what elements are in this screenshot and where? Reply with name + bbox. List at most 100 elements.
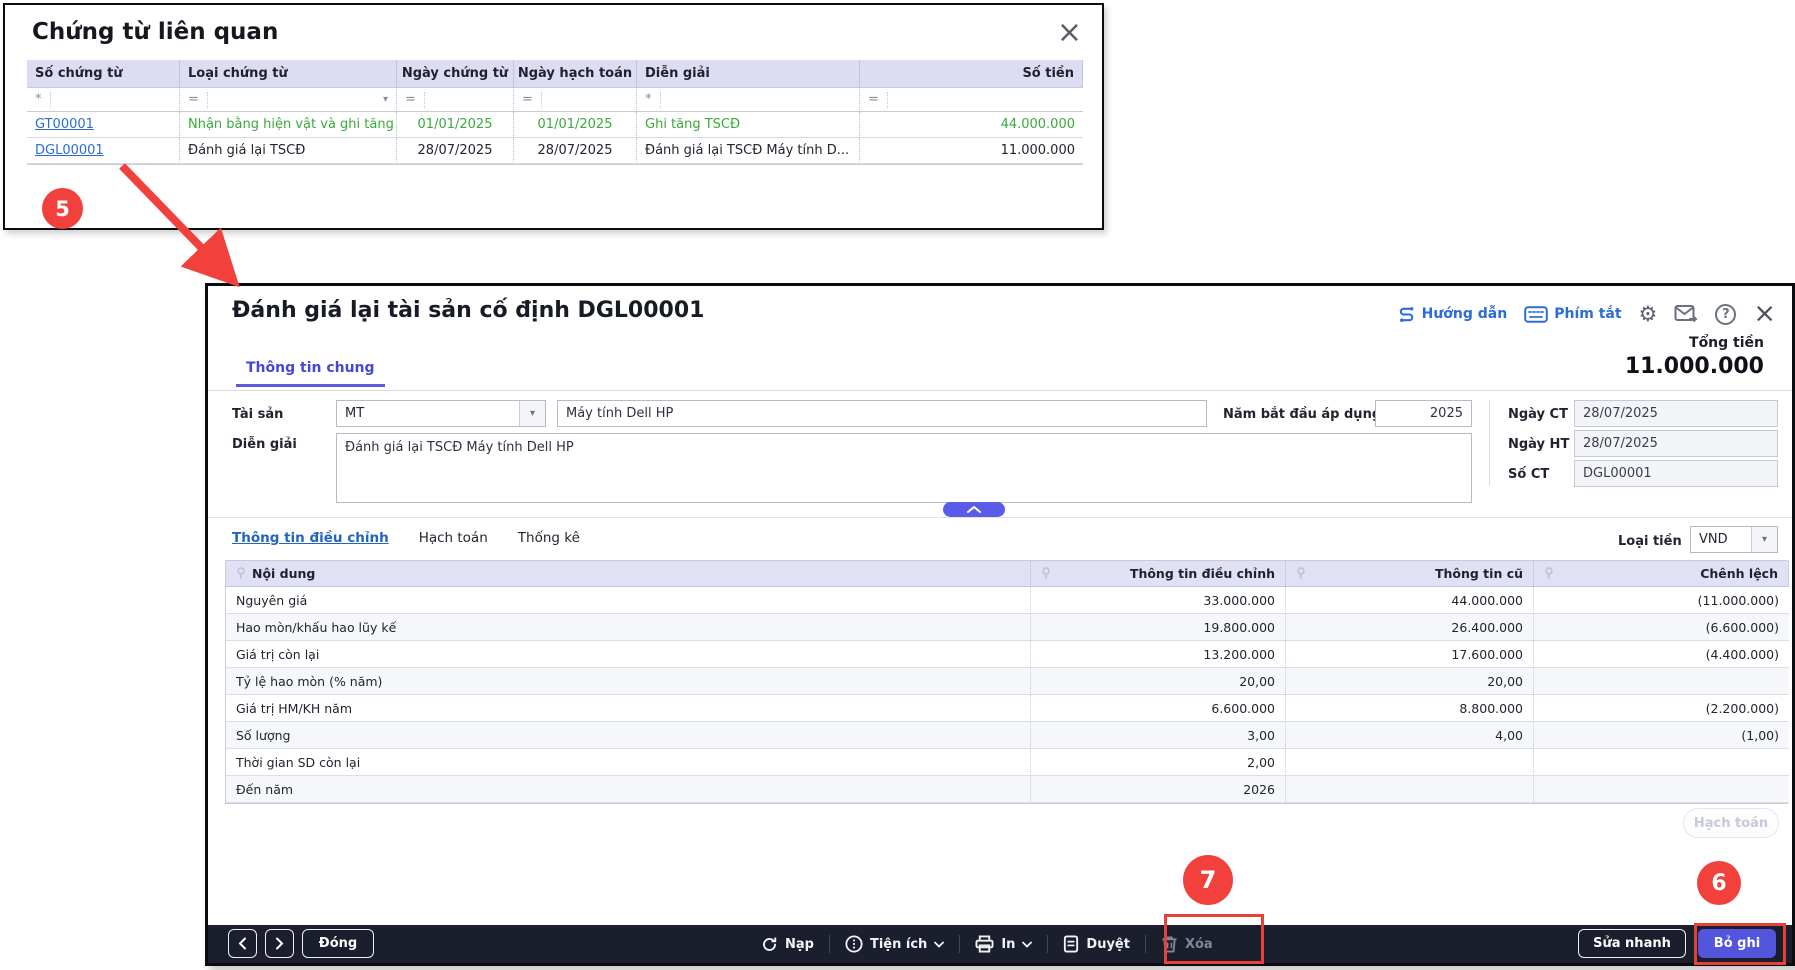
document-icon: [1064, 935, 1079, 953]
print-menu-button[interactable]: In: [960, 935, 1047, 953]
cell-content: Số lượng: [226, 722, 1031, 749]
cell-content: Nguyên giá: [226, 587, 1031, 614]
grid-row[interactable]: Hao mòn/khấu hao lũy kế 19.800.000 26.40…: [226, 614, 1789, 641]
total-amount-label: Tổng tiền: [1689, 335, 1764, 351]
filter-operator: =: [405, 91, 425, 108]
guide-link[interactable]: Hướng dẫn: [1397, 305, 1507, 324]
shortcut-link[interactable]: Phím tắt: [1524, 305, 1622, 323]
cell-content: Hao mòn/khấu hao lũy kế: [226, 614, 1031, 641]
reload-button[interactable]: Nạp: [746, 936, 829, 953]
help-icon[interactable]: ?: [1715, 303, 1737, 325]
currency-label: Loại tiền: [1618, 534, 1682, 549]
description-field[interactable]: Đánh giá lại TSCĐ Máy tính Dell HP: [336, 433, 1472, 503]
pin-icon: [237, 567, 245, 579]
collapse-form-button[interactable]: [943, 502, 1005, 517]
quick-edit-button[interactable]: Sửa nhanh: [1578, 929, 1686, 958]
filter-cell[interactable]: *: [27, 87, 180, 112]
cell-adjusted[interactable]: 13.200.000: [1031, 641, 1286, 668]
column-header[interactable]: Thông tin điều chỉnh: [1031, 561, 1286, 587]
utilities-menu-button[interactable]: Tiện ích: [830, 935, 959, 953]
cell-difference: (2.200.000): [1534, 695, 1789, 722]
cell-content: Đến năm: [226, 776, 1031, 803]
filter-cell[interactable]: =: [860, 87, 1083, 112]
column-header[interactable]: Nội dung: [226, 561, 1031, 587]
filter-cell[interactable]: = ▾: [180, 87, 397, 112]
cell-adjusted[interactable]: 33.000.000: [1031, 587, 1286, 614]
chevron-up-icon: [967, 506, 981, 513]
cell-adjusted[interactable]: 2026: [1031, 776, 1286, 803]
tab-general-info[interactable]: Thông tin chung: [236, 360, 385, 387]
document-link[interactable]: DGL00001: [35, 143, 104, 158]
cell-difference: [1534, 668, 1789, 695]
column-header[interactable]: Ngày chứng từ: [397, 60, 514, 87]
grid-row[interactable]: Giá trị còn lại 13.200.000 17.600.000 (4…: [226, 641, 1789, 668]
filter-cell[interactable]: =: [397, 87, 514, 112]
cell-old: 44.000.000: [1286, 587, 1534, 614]
cell-difference: (4.400.000): [1534, 641, 1789, 668]
chevron-down-icon: [1022, 941, 1033, 948]
annotation-box-delete: [1164, 914, 1264, 964]
dropdown-icon[interactable]: ▾: [1751, 527, 1777, 552]
gear-icon[interactable]: ⚙: [1639, 302, 1658, 326]
doc-date-field[interactable]: 28/07/2025: [1574, 400, 1778, 427]
doc-date-label: Ngày CT: [1508, 407, 1568, 422]
close-icon[interactable]: ×: [1057, 18, 1082, 48]
grid-row[interactable]: Giá trị HM/KH năm 6.600.000 8.800.000 (2…: [226, 695, 1789, 722]
column-header[interactable]: Diễn giải: [637, 60, 860, 87]
asset-name-field[interactable]: Máy tính Dell HP: [557, 400, 1207, 427]
cell-content: Thời gian SD còn lại: [226, 749, 1031, 776]
table-row[interactable]: GT00001 Nhận bằng hiện vật và ghi tăng 0…: [27, 112, 1083, 138]
filter-operator: =: [188, 91, 208, 108]
close-icon[interactable]: ×: [1753, 300, 1776, 327]
filter-operator: =: [522, 91, 542, 108]
filter-cell[interactable]: *: [637, 87, 860, 112]
currency-combo[interactable]: VND ▾: [1690, 526, 1778, 553]
dropdown-icon[interactable]: ▾: [519, 401, 545, 426]
grid-row[interactable]: Đến năm 2026: [226, 776, 1789, 803]
grid-row[interactable]: Số lượng 3,00 4,00 (1,00): [226, 722, 1789, 749]
annotation-box-unpost: [1694, 923, 1786, 965]
grid-row[interactable]: Thời gian SD còn lại 2,00: [226, 749, 1789, 776]
table-filter-row: * = ▾ = = * =: [27, 87, 1083, 112]
tab-statistics[interactable]: Thống kê: [518, 530, 580, 546]
document-link[interactable]: GT00001: [35, 117, 94, 132]
asset-code-value: MT: [345, 406, 365, 421]
asset-label: Tài sản: [232, 407, 284, 422]
adjustment-grid: Nội dung Thông tin điều chỉnh Thông tin …: [225, 560, 1789, 804]
cell-old: [1286, 749, 1534, 776]
column-header[interactable]: Số tiền: [860, 60, 1083, 87]
approve-button[interactable]: Duyệt: [1048, 935, 1145, 953]
column-header[interactable]: Loại chứng từ: [180, 60, 397, 87]
tab-adjustment-info[interactable]: Thông tin điều chỉnh: [232, 530, 389, 546]
asset-code-combo[interactable]: MT ▾: [336, 400, 546, 427]
doc-number-field[interactable]: DGL00001: [1574, 460, 1778, 487]
cell-adjusted[interactable]: 19.800.000: [1031, 614, 1286, 641]
column-header[interactable]: Thông tin cũ: [1286, 561, 1534, 587]
posting-date-field[interactable]: 28/07/2025: [1574, 430, 1778, 457]
cell-adjusted[interactable]: 2,00: [1031, 749, 1286, 776]
feedback-mail-icon[interactable]: [1674, 304, 1698, 324]
dropdown-icon[interactable]: ▾: [383, 94, 388, 105]
pin-icon: [1297, 567, 1305, 579]
start-year-field[interactable]: 2025: [1375, 400, 1472, 427]
cell-adjusted[interactable]: 6.600.000: [1031, 695, 1286, 722]
cell-old: 26.400.000: [1286, 614, 1534, 641]
filter-operator: *: [35, 91, 51, 108]
annotation-step-6: 6: [1697, 861, 1741, 905]
cell-adjusted[interactable]: 20,00: [1031, 668, 1286, 695]
column-header[interactable]: Số chứng từ: [27, 60, 180, 87]
grid-row[interactable]: Nguyên giá 33.000.000 44.000.000 (11.000…: [226, 587, 1789, 614]
cell-adjusted[interactable]: 3,00: [1031, 722, 1286, 749]
next-button[interactable]: [265, 929, 294, 958]
guide-icon: [1399, 306, 1414, 322]
close-window-button[interactable]: Đóng: [302, 929, 374, 958]
annotation-step-5: 5: [42, 188, 83, 229]
column-header[interactable]: Chênh lệch: [1534, 561, 1789, 587]
column-header[interactable]: Ngày hạch toán: [514, 60, 637, 87]
grid-row[interactable]: Tỷ lệ hao mòn (% năm) 20,00 20,00: [226, 668, 1789, 695]
filter-cell[interactable]: =: [514, 87, 637, 112]
tab-accounting[interactable]: Hạch toán: [419, 530, 488, 546]
divider: [1489, 400, 1490, 486]
prev-button[interactable]: [228, 929, 257, 958]
filter-operator: =: [868, 91, 888, 108]
